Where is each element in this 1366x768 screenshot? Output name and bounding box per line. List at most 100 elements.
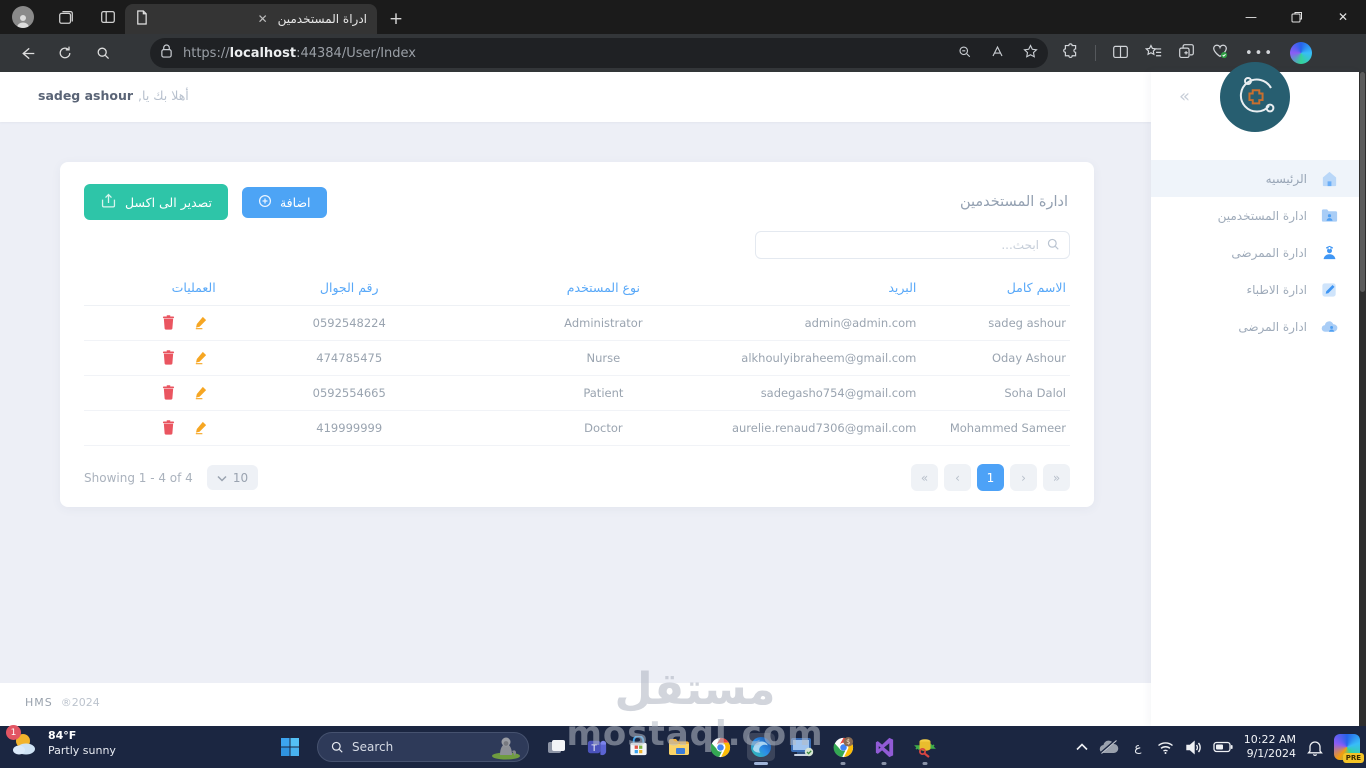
copilot-taskbar-icon[interactable]: PRE (1334, 734, 1364, 763)
search-toolbar-icon[interactable] (88, 38, 118, 68)
copilot-icon[interactable] (1290, 42, 1313, 64)
welcome-prefix: أهلا بك يا, (138, 88, 189, 103)
split-screen-icon[interactable] (1112, 43, 1129, 64)
sql-tool-icon[interactable] (911, 733, 939, 765)
refresh-icon[interactable] (50, 38, 80, 68)
export-excel-button[interactable]: تصدير الى اكسل (84, 184, 228, 220)
language-indicator[interactable]: ع (1130, 740, 1146, 754)
favorite-star-icon[interactable] (1023, 43, 1038, 63)
delete-icon[interactable] (160, 348, 178, 366)
window-restore-button[interactable] (1274, 0, 1320, 34)
url-text: https://localhost:44384/User/Index (183, 45, 416, 61)
remote-desktop-icon[interactable] (788, 733, 816, 761)
battery-icon[interactable] (1213, 741, 1233, 753)
back-icon[interactable] (12, 38, 42, 68)
settings-more-icon[interactable]: ••• (1245, 46, 1274, 61)
delete-icon[interactable] (160, 313, 178, 331)
browser-essentials-icon[interactable] (1211, 42, 1229, 64)
tray-chevron-up-icon[interactable] (1076, 743, 1088, 751)
clock-time: 10:22 AM (1243, 732, 1296, 746)
notification-bell-icon[interactable] (1307, 739, 1323, 756)
pagination-prev-button[interactable]: ‹ (944, 464, 971, 491)
delete-icon[interactable] (160, 418, 178, 436)
extensions-icon[interactable] (1062, 42, 1079, 64)
read-aloud-icon[interactable] (990, 44, 1005, 63)
sidebar-item-label: ادارة المستخدمين (1217, 208, 1307, 223)
window-close-button[interactable]: ✕ (1320, 0, 1366, 34)
wifi-icon[interactable] (1157, 741, 1174, 754)
hms-logo (1220, 62, 1290, 132)
sidebar-item-label: ادارة الاطباء (1246, 282, 1307, 297)
browser-tab[interactable]: ✕ ادراة المستخدمين (125, 4, 377, 34)
svg-text:T: T (590, 743, 597, 753)
profile-avatar-icon[interactable] (12, 6, 34, 28)
search-icon (1046, 236, 1060, 255)
cell-phone: 0592554665 (219, 375, 479, 411)
new-tab-button[interactable]: + (384, 7, 408, 31)
sidebar-item-users[interactable]: ادارة المستخدمين (1151, 197, 1359, 234)
sidebar-item-patients[interactable]: ادارة المرضى (1151, 308, 1359, 345)
edit-icon[interactable] (192, 418, 210, 436)
chrome-icon[interactable] (706, 733, 734, 761)
page-document-icon (135, 10, 148, 28)
cell-phone: 419999999 (219, 410, 479, 446)
window-minimize-button[interactable]: — (1228, 0, 1274, 34)
chrome-profile-icon[interactable]: $ (829, 733, 857, 765)
search-input[interactable] (765, 238, 1039, 252)
users-table: الاسم كامل البريد نوع المستخدم رقم الجوا… (84, 274, 1070, 446)
page-size-dropdown[interactable]: 10 (206, 465, 259, 490)
pagination-next-button[interactable]: › (1010, 464, 1037, 491)
tab-groups-icon[interactable] (1178, 43, 1195, 64)
edit-icon[interactable] (192, 348, 210, 366)
sidebar-item-nurses[interactable]: ادارة الممرضى (1151, 234, 1359, 271)
taskbar-clock[interactable]: 10:22 AM 9/1/2024 (1244, 733, 1296, 762)
add-user-button[interactable]: اضافة (241, 186, 327, 218)
edge-icon[interactable] (747, 733, 775, 765)
onedrive-icon[interactable] (1099, 740, 1119, 754)
top-header-bar: أهلا بك يا, sadeg ashour (0, 72, 1151, 122)
footer-brand: HMS (25, 696, 53, 709)
svg-text:$: $ (846, 738, 850, 746)
table-row: Oday Ashour alkhoulyibraheem@gmail.com N… (84, 340, 1070, 376)
header-name: الاسم كامل (920, 274, 1070, 306)
search-highlight-image (492, 737, 520, 760)
table-row: Mohammed Sameer aurelie.renaud7306@gmail… (84, 410, 1070, 446)
taskbar-search[interactable]: Search (317, 732, 529, 762)
teams-icon[interactable]: T (583, 733, 611, 761)
sidebar-collapse-icon[interactable]: « (1179, 86, 1190, 107)
tab-close-icon[interactable]: ✕ (254, 10, 272, 28)
export-icon (100, 192, 117, 212)
file-explorer-icon[interactable] (665, 733, 693, 761)
start-button[interactable] (276, 733, 304, 761)
pagination-last-button[interactable]: » (1043, 464, 1070, 491)
nurse-icon (1319, 243, 1339, 263)
weather-condition: Partly sunny (48, 744, 116, 757)
lock-icon (160, 43, 173, 63)
edit-icon[interactable] (192, 383, 210, 401)
folder-user-icon (1319, 206, 1339, 226)
sidebar-item-doctors[interactable]: ادارة الاطباء (1151, 271, 1359, 308)
cell-name: sadeg ashour (920, 305, 1070, 341)
search-box[interactable] (755, 231, 1070, 259)
task-view-button[interactable] (542, 733, 570, 761)
weather-widget[interactable]: 1 84°F Partly sunny (6, 725, 116, 759)
header-email: البريد (727, 274, 921, 306)
visual-studio-icon[interactable] (870, 733, 898, 765)
address-bar[interactable]: https://localhost:44384/User/Index (150, 38, 1048, 68)
sidebar-item-home[interactable]: الرئيسيه (1151, 160, 1359, 197)
page-scrollbar[interactable] (1359, 72, 1366, 726)
workspaces-icon[interactable] (56, 7, 76, 27)
browser-titlebar: ✕ ادراة المستخدمين + — ✕ (0, 0, 1366, 34)
zoom-out-icon[interactable] (957, 44, 972, 63)
volume-icon[interactable] (1185, 739, 1202, 755)
toolbar-divider (1095, 45, 1096, 61)
microsoft-store-icon[interactable] (624, 733, 652, 761)
clock-date: 9/1/2024 (1246, 747, 1296, 760)
edit-icon[interactable] (192, 313, 210, 331)
pagination-first-button[interactable]: « (911, 464, 938, 491)
browser-toolbar: https://localhost:44384/User/Index ••• (0, 34, 1366, 72)
tab-actions-icon[interactable] (98, 7, 118, 27)
pagination-page-1-button[interactable]: 1 (977, 464, 1004, 491)
favorites-list-icon[interactable] (1144, 43, 1162, 64)
delete-icon[interactable] (160, 383, 178, 401)
